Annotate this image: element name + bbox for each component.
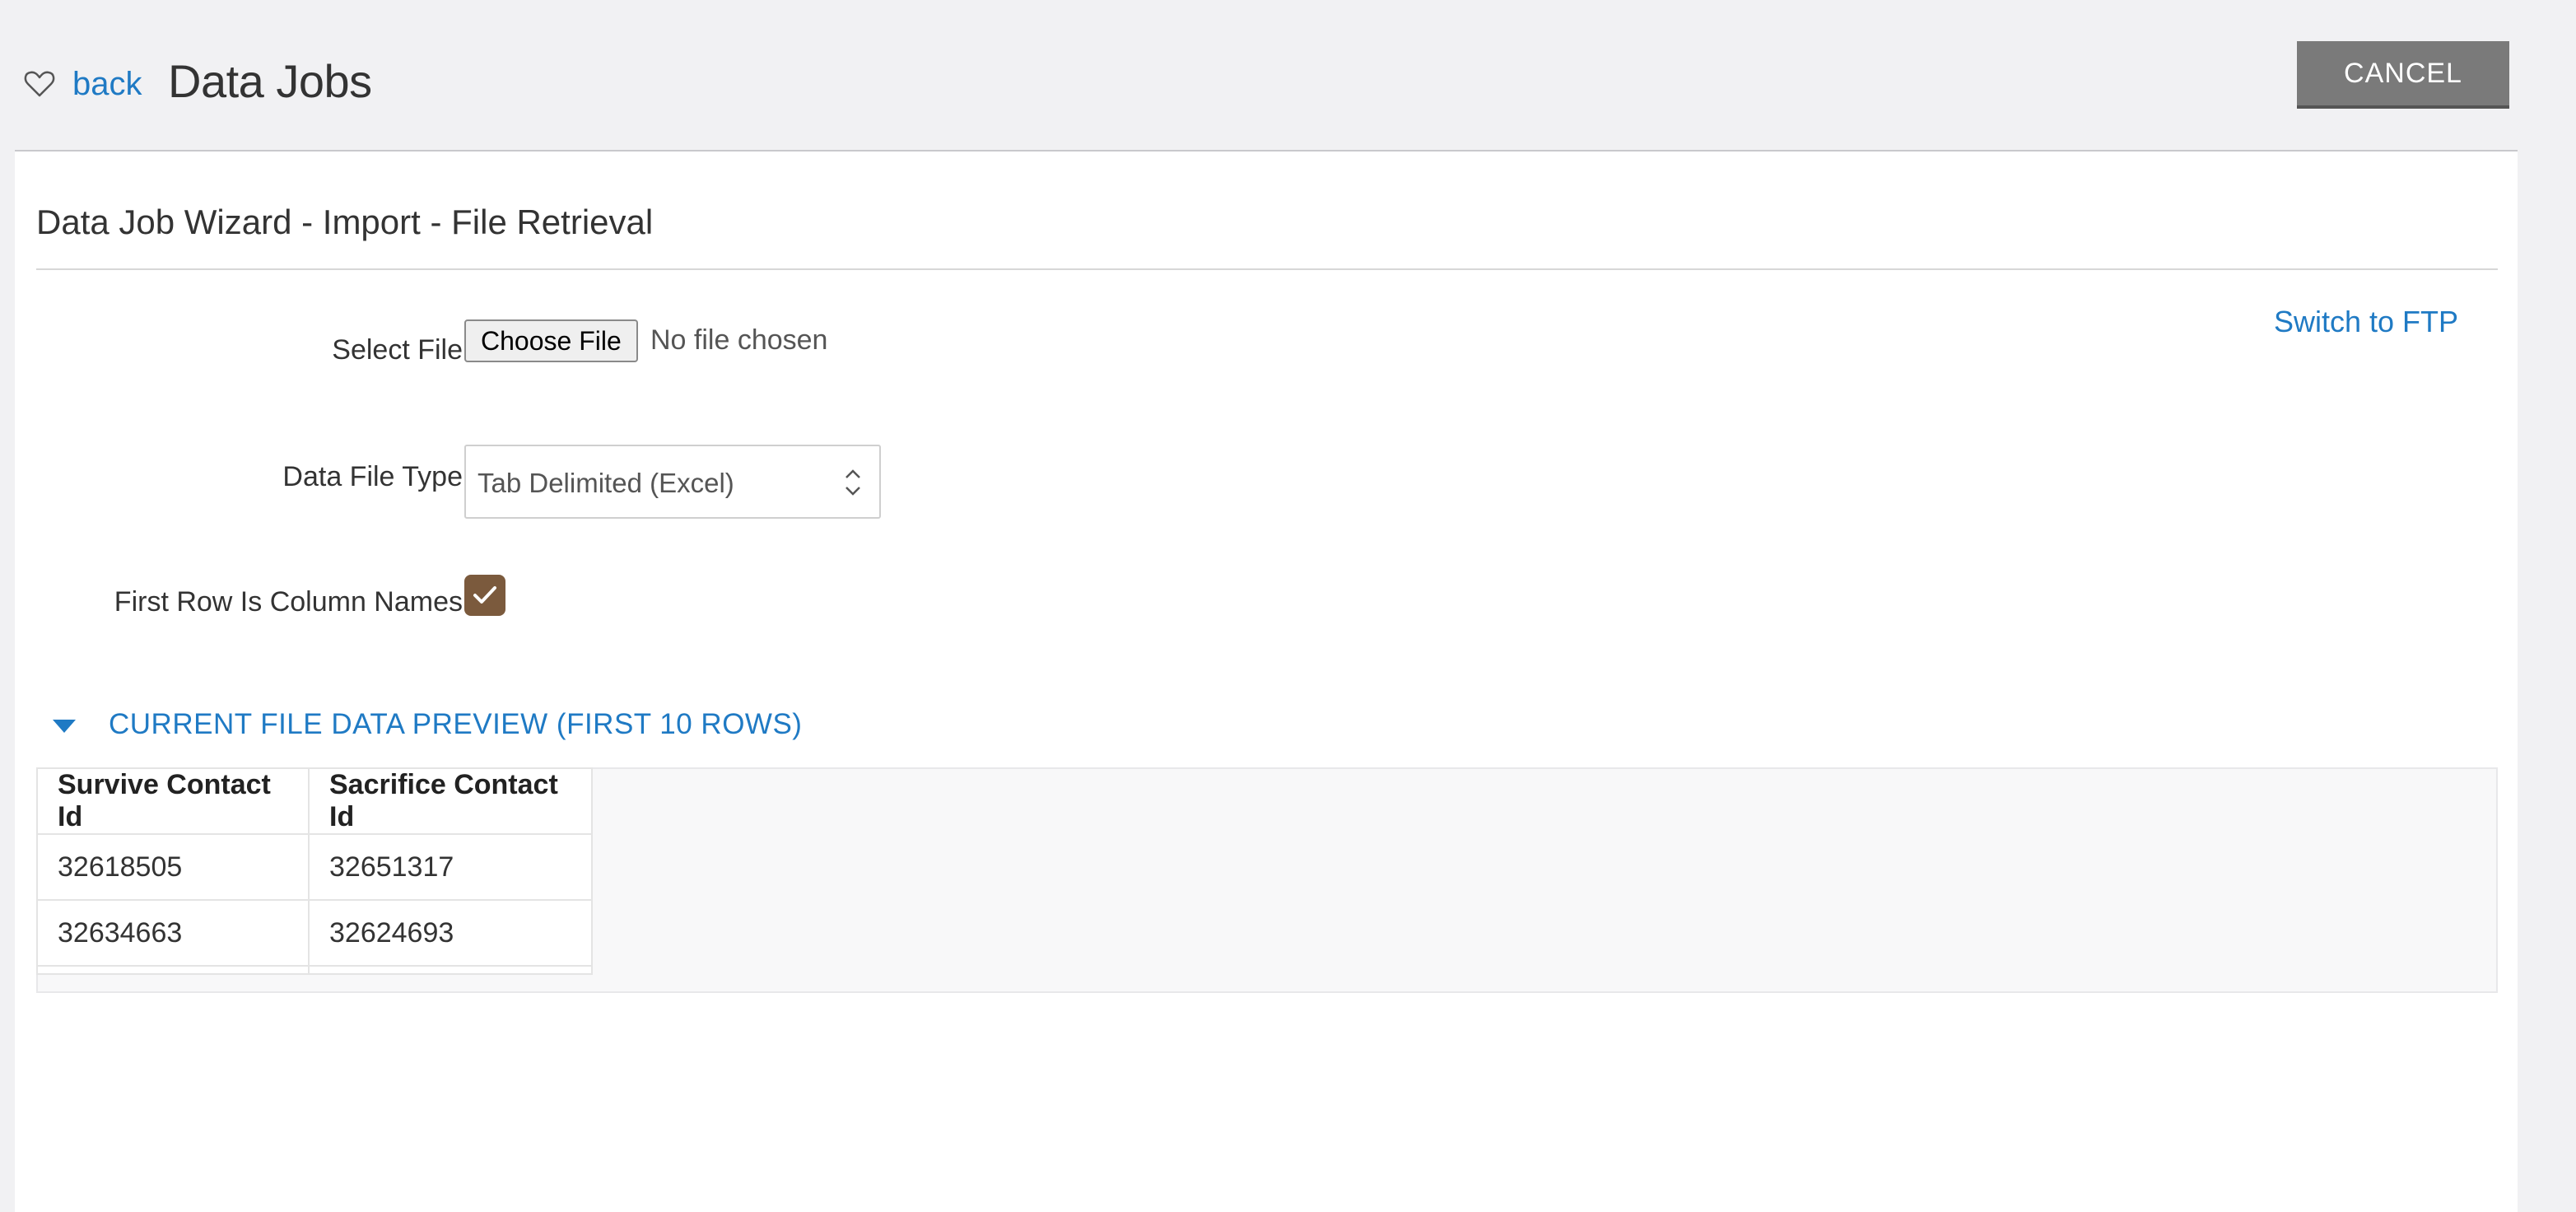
preview-table: Survive Contact Id Sacrifice Contact Id …	[36, 767, 593, 975]
table-row: 32618505 32651317	[36, 833, 593, 901]
table-cell-empty	[308, 965, 593, 975]
cancel-button[interactable]: CANCEL	[2297, 41, 2509, 109]
switch-to-ftp-link[interactable]: Switch to FTP	[2274, 305, 2458, 339]
updown-icon	[845, 469, 860, 496]
title-divider	[36, 268, 2498, 270]
preview-area: Survive Contact Id Sacrifice Contact Id …	[36, 767, 2498, 993]
table-cell: 32651317	[308, 833, 593, 901]
data-file-type-label: Data File Type	[282, 461, 463, 492]
column-header: Survive Contact Id	[36, 767, 310, 835]
check-icon	[473, 586, 496, 604]
first-row-label: First Row Is Column Names	[114, 586, 463, 618]
page-header: back Data Jobs CANCEL	[0, 0, 2576, 150]
first-row-checkbox[interactable]	[464, 575, 505, 616]
heart-icon[interactable]	[23, 68, 56, 100]
back-link[interactable]: back	[72, 66, 142, 103]
column-header: Sacrifice Contact Id	[308, 767, 593, 835]
data-file-type-value: Tab Delimited (Excel)	[477, 468, 734, 498]
table-cell: 32618505	[36, 833, 310, 901]
table-row-empty	[36, 965, 593, 975]
table-cell-empty	[36, 965, 310, 975]
page-title: Data Jobs	[168, 55, 372, 107]
data-file-type-select[interactable]: Tab Delimited (Excel)	[464, 445, 881, 519]
table-cell: 32624693	[308, 899, 593, 967]
preview-toggle-label: CURRENT FILE DATA PREVIEW (FIRST 10 ROWS…	[109, 708, 803, 740]
wizard-title: Data Job Wizard - Import - File Retrieva…	[36, 203, 654, 241]
table-cell: 32634663	[36, 899, 310, 967]
select-file-label: Select File	[332, 334, 463, 366]
table-header-row: Survive Contact Id Sacrifice Contact Id	[36, 767, 593, 835]
table-row: 32634663 32624693	[36, 899, 593, 967]
choose-file-button[interactable]: Choose File	[464, 319, 638, 362]
caret-down-icon	[53, 720, 76, 733]
wizard-panel: Data Job Wizard - Import - File Retrieva…	[15, 150, 2518, 1212]
file-status-text: No file chosen	[650, 324, 828, 356]
